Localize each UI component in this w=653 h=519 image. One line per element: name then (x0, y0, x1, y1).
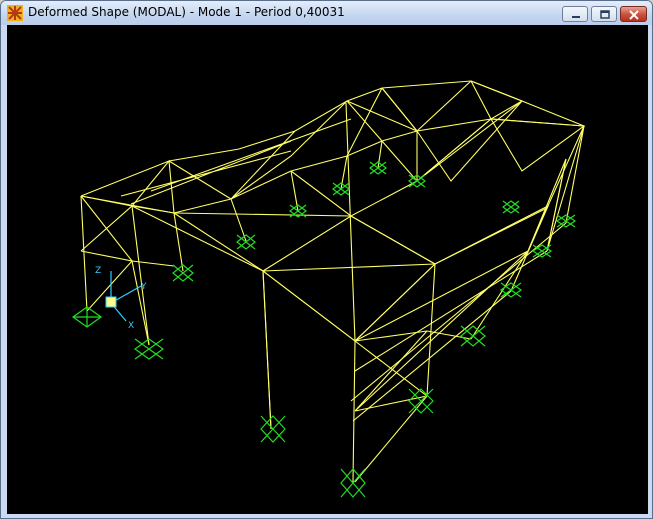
app-window: Deformed Shape (MODAL) - Mode 1 - Period… (0, 0, 653, 519)
title-bar[interactable]: Deformed Shape (MODAL) - Mode 1 - Period… (1, 1, 652, 25)
close-icon (629, 10, 639, 20)
maximize-icon (600, 10, 610, 19)
sap2000-icon (7, 5, 23, 21)
deformed-shape-canvas[interactable]: Z Y X (7, 25, 648, 514)
minimize-button[interactable] (562, 6, 588, 22)
axis-y-label: Y (140, 282, 147, 292)
axis-x-label: X (128, 321, 134, 331)
maximize-button[interactable] (591, 6, 617, 22)
window-title: Deformed Shape (MODAL) - Mode 1 - Period… (28, 5, 345, 19)
minimize-icon (572, 16, 580, 18)
support-markers (71, 161, 577, 498)
structure-frame (80, 80, 586, 483)
model-viewport[interactable]: Z Y X (7, 25, 648, 514)
close-button[interactable] (620, 6, 647, 22)
axis-z-label: Z (95, 266, 101, 276)
